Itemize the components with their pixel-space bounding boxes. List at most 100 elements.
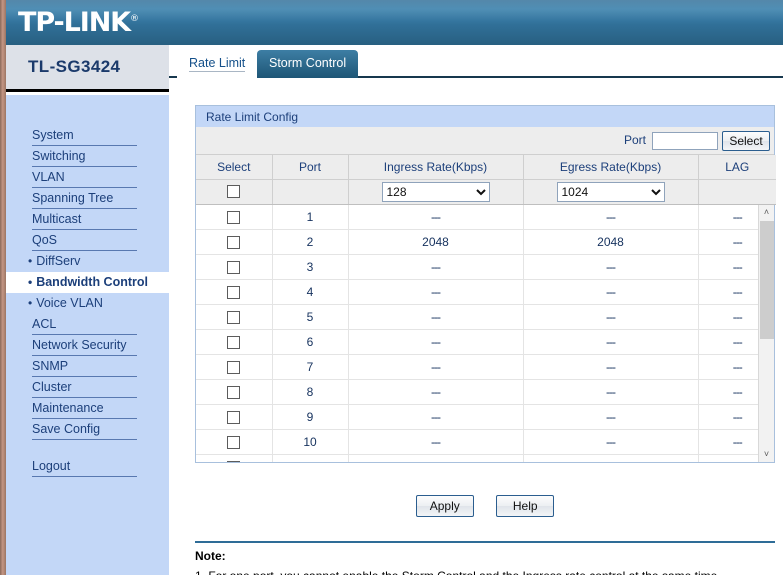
row-checkbox[interactable] [227,386,241,400]
table-scroll-region: 1 --- --- --- 2 2048 2048 --- 3 --- --- --- 4 --- --- -… [196,204,774,462]
row-egress-cell: --- [523,429,699,455]
row-ingress-cell: --- [348,254,524,280]
row-lag-cell: --- [698,304,758,330]
sidebar-item-bandwidth-control[interactable]: • Bandwidth Control [6,272,169,293]
row-port-cell: 7 [272,354,349,380]
action-buttons: Apply Help [195,495,775,517]
table-row[interactable]: 11--------- [196,454,758,462]
note-line-1: 1. For one port, you cannot enable the S… [195,568,783,575]
table-row[interactable]: 1 --- --- --- [196,204,758,230]
table-row[interactable]: 5 --- --- --- [196,304,758,330]
table-row[interactable]: 2 2048 2048 --- [196,229,758,255]
table-row[interactable]: 6 --- --- --- [196,329,758,355]
row-egress-cell: 2048 [523,229,699,255]
row-checkbox[interactable] [227,311,241,325]
egress-rate-select[interactable]: 12810242048 [556,181,665,202]
sidebar-item-label: System [32,128,74,142]
row-select-cell [196,454,273,462]
sidebar-item-cluster[interactable]: Cluster [6,377,169,398]
sidebar-item-label: SNMP [32,359,69,373]
tab-storm-control[interactable]: Storm Control [257,50,359,78]
row-checkbox[interactable] [227,210,241,224]
sidebar-item-vlan[interactable]: VLAN [6,167,169,188]
config-row-port-cell [272,179,349,205]
sidebar-item-acl[interactable]: ACL [6,314,169,335]
row-port-cell: 4 [272,279,349,305]
row-port-cell: 3 [272,254,349,280]
scroll-up-arrow-icon[interactable]: ˄ [759,204,774,220]
row-select-cell [196,429,273,455]
port-filter-input[interactable] [652,132,718,150]
sidebar-item-save-config[interactable]: Save Config [6,419,169,440]
row-checkbox[interactable] [227,436,241,450]
sidebar-item-label: Logout [32,459,71,473]
config-row-select-cell [196,179,273,205]
row-lag-cell: --- [698,379,758,405]
sidebar-item-label: ACL [32,317,57,331]
row-checkbox[interactable] [227,361,241,375]
table-row[interactable]: 4 --- --- --- [196,279,758,305]
row-egress-cell: --- [523,304,699,330]
table-row[interactable]: 7 --- --- --- [196,354,758,380]
scrollbar-thumb[interactable] [760,220,774,339]
row-port-cell: 8 [272,379,349,405]
sidebar-item-multicast[interactable]: Multicast [6,209,169,230]
row-select-cell [196,254,273,280]
row-port-cell: 10 [272,429,349,455]
row-checkbox[interactable] [227,261,241,275]
row-port-cell: 5 [272,304,349,330]
table-row[interactable]: 8 --- --- --- [196,379,758,405]
table-row[interactable]: 3 --- --- --- [196,254,758,280]
table-row[interactable]: 9 --- --- --- [196,404,758,430]
note-section: Note: 1. For one port, you cannot enable… [195,548,783,575]
row-select-cell [196,279,273,305]
row-checkbox[interactable] [227,336,241,350]
row-ingress-cell: --- [348,404,524,430]
sidebar-item-label: Bandwidth Control [36,275,148,289]
row-port-cell: 11 [272,454,349,462]
port-table-body: 1 --- --- --- 2 2048 2048 --- 3 --- --- --- 4 --- --- -… [196,204,758,462]
row-checkbox[interactable] [227,236,241,250]
table-header-row: Select Port Ingress Rate(Kbps) Egress Ra… [196,155,776,180]
row-egress-cell: --- [523,454,699,462]
sidebar-item-maintenance[interactable]: Maintenance [6,398,169,419]
config-row-checkbox[interactable] [227,184,241,198]
row-checkbox[interactable] [227,286,241,300]
help-button[interactable]: Help [496,495,555,517]
port-filter-bar: Port Select [196,127,774,155]
row-ingress-cell: --- [348,304,524,330]
row-select-cell [196,304,273,330]
sidebar-item-snmp[interactable]: SNMP [6,356,169,377]
table-vertical-scrollbar[interactable]: ˄ ˅ [758,204,774,462]
bullet-icon: • [28,275,33,289]
sidebar-item-system[interactable]: System [6,125,169,146]
sidebar-item-voice-vlan[interactable]: • Voice VLAN [6,293,169,314]
sidebar-item-network-security[interactable]: Network Security [6,335,169,356]
sidebar-item-spanning-tree[interactable]: Spanning Tree [6,188,169,209]
sidebar-item-switching[interactable]: Switching [6,146,169,167]
bullet-icon: • [28,296,33,310]
row-port-cell: 9 [272,404,349,430]
sidebar-item-logout[interactable]: Logout [6,456,169,477]
tab-rate-limit-label: Rate Limit [189,56,246,72]
select-button[interactable]: Select [722,131,770,151]
rate-limit-panel: Rate Limit Config Port Select Select Por… [195,105,776,463]
tab-storm-control-label: Storm Control [269,56,347,70]
sidebar-item-label: Switching [32,149,86,163]
row-egress-cell: --- [523,404,699,430]
tab-rate-limit[interactable]: Rate Limit [177,50,258,78]
sidebar-item-label: VLAN [32,170,65,184]
row-port-cell: 1 [272,204,349,230]
registered-mark-icon: ® [130,14,139,24]
ingress-rate-select[interactable]: 12810242048 [381,181,490,202]
sidebar-item-diffserv[interactable]: • DiffServ [6,251,169,272]
scroll-down-arrow-icon[interactable]: ˅ [759,446,774,462]
table-row[interactable]: 10 --- --- --- [196,429,758,455]
sidebar-item-qos[interactable]: QoS [6,230,169,251]
apply-button[interactable]: Apply [415,495,474,517]
row-checkbox[interactable] [227,411,241,425]
sidebar-item-label: Voice VLAN [36,296,103,310]
panel-title: Rate Limit Config [196,105,774,127]
row-lag-cell: --- [698,354,758,380]
